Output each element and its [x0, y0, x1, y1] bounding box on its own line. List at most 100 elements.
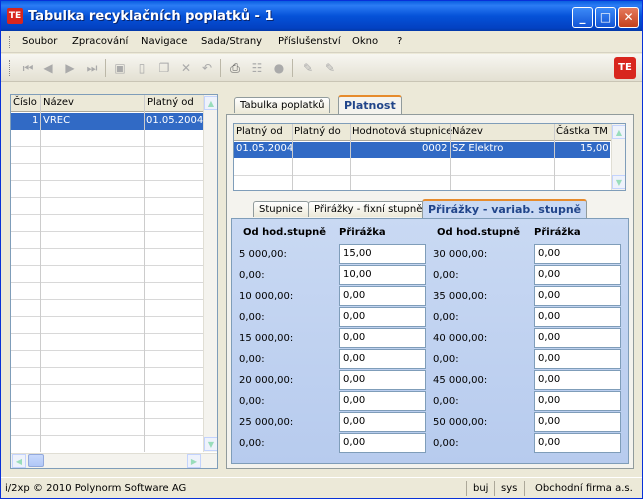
undo-icon[interactable]: ↶	[199, 60, 215, 76]
platnost-grid[interactable]: Platný od Platný do Hodnotová stupnice N…	[233, 123, 626, 191]
prirazka-input[interactable]: 0,00	[339, 307, 426, 327]
od-stupne-label: 0,00:	[239, 270, 265, 281]
menu-grip[interactable]	[9, 36, 11, 48]
toolbar-separator	[105, 59, 106, 77]
od-stupne-label: 40 000,00:	[433, 333, 488, 344]
prirazka-input[interactable]: 0,00	[339, 370, 426, 390]
prirazka-input[interactable]: 0,00	[534, 307, 621, 327]
prirazka-input[interactable]: 0,00	[534, 370, 621, 390]
status-separator	[494, 481, 495, 496]
prirazka-input[interactable]: 0,00	[534, 244, 621, 264]
scroll-down-icon[interactable]: ▼	[204, 437, 217, 451]
scroll-left-icon[interactable]: ◀	[12, 454, 26, 468]
cell-cislo: 1	[32, 115, 39, 126]
scroll-down-icon[interactable]: ▼	[612, 175, 625, 189]
status-company: Obchodní firma a.s.	[535, 483, 633, 494]
menu-navigace[interactable]: Navigace	[141, 36, 187, 47]
tab-prirazky-variab[interactable]: Přirážky - variab. stupně	[422, 199, 588, 218]
column-divider	[40, 95, 41, 452]
od-stupne-label: 0,00:	[239, 312, 265, 323]
col-header-stupnice[interactable]: Hodnotová stupnice	[352, 126, 452, 137]
prirazka-input[interactable]: 0,00	[534, 391, 621, 411]
next-icon[interactable]: ▶	[62, 60, 78, 76]
menu-okno[interactable]: Okno	[352, 36, 378, 47]
last-icon[interactable]: ⏭	[84, 60, 100, 76]
record-list-grid[interactable]: Číslo Název Platný od 1 VREC 01.05.2004 …	[10, 94, 218, 469]
tab-tabulka-poplatku[interactable]: Tabulka poplatků	[234, 97, 331, 113]
tree-icon[interactable]: ☷	[249, 60, 265, 76]
cell-stupnice: 0002	[422, 143, 448, 154]
prirazka-input[interactable]: 0,00	[534, 412, 621, 432]
prirazka-input[interactable]: 0,00	[339, 433, 426, 453]
od-stupne-label: 0,00:	[433, 354, 459, 365]
save-icon[interactable]: ▣	[112, 60, 128, 76]
toolbar-grip[interactable]	[9, 60, 11, 76]
prirazka-input[interactable]: 0,00	[534, 328, 621, 348]
scroll-up-icon[interactable]: ▲	[612, 125, 625, 139]
column-divider	[554, 124, 555, 190]
brand-logo-icon: TE	[614, 57, 636, 79]
menu-sada-strany[interactable]: Sada/Strany	[201, 36, 262, 47]
minimize-button[interactable]: _	[572, 7, 593, 28]
col-header-platny-od[interactable]: Platný od	[236, 126, 283, 137]
title-bar[interactable]: TE Tabulka recyklačních poplatků - 1 _ □…	[1, 1, 642, 31]
menu-help[interactable]: ?	[397, 36, 402, 47]
first-icon[interactable]: ⏮	[20, 60, 36, 76]
app-logo-icon[interactable]: TE	[7, 8, 23, 24]
prev-icon[interactable]: ◀	[40, 60, 56, 76]
od-stupne-label: 0,00:	[239, 438, 265, 449]
col-header-nazev[interactable]: Název	[452, 126, 483, 137]
od-stupne-label: 45 000,00:	[433, 375, 488, 386]
close-button[interactable]: ✕	[618, 7, 639, 28]
print-icon[interactable]: ⎙	[227, 60, 243, 76]
edit2-icon[interactable]: ✎	[322, 60, 338, 76]
col-label-prirazka-right: Přirážka	[534, 227, 581, 238]
detail-panel: Tabulka poplatků Platnost Platný od Plat…	[226, 93, 634, 469]
od-stupne-label: 35 000,00:	[433, 291, 488, 302]
horizontal-scrollbar[interactable]: ◀ ▶	[11, 453, 217, 468]
menu-soubor[interactable]: Soubor	[22, 36, 57, 47]
col-header-castka[interactable]: Částka TM	[556, 126, 608, 137]
edit-icon[interactable]: ✎	[300, 60, 316, 76]
copy-icon[interactable]: ❐	[156, 60, 172, 76]
prirazka-input[interactable]: 15,00	[339, 244, 426, 264]
tab-stupnice[interactable]: Stupnice	[253, 201, 309, 217]
col-header-nazev[interactable]: Název	[43, 97, 74, 108]
prirazka-input[interactable]: 0,00	[339, 286, 426, 306]
prirazka-input[interactable]: 0,00	[534, 265, 621, 285]
grid-header: Číslo Název Platný od	[11, 95, 217, 112]
delete-icon[interactable]: ✕	[178, 60, 194, 76]
od-stupne-label: 0,00:	[239, 354, 265, 365]
prirazka-input[interactable]: 0,00	[534, 349, 621, 369]
cancel-icon[interactable]: ●	[271, 60, 287, 76]
prirazka-input[interactable]: 0,00	[534, 286, 621, 306]
column-divider	[144, 95, 145, 452]
prirazka-input[interactable]: 0,00	[534, 433, 621, 453]
prirazka-input[interactable]: 0,00	[339, 349, 426, 369]
new-icon[interactable]: ▯	[134, 60, 150, 76]
window-title: Tabulka recyklačních poplatků - 1	[28, 9, 274, 24]
scroll-thumb[interactable]	[28, 454, 44, 467]
prirazka-input[interactable]: 0,00	[339, 412, 426, 432]
app-window: TE Tabulka recyklačních poplatků - 1 _ □…	[0, 0, 643, 499]
tab-prirazky-fixni[interactable]: Přirážky - fixní stupně	[308, 201, 429, 217]
col-header-platny-do[interactable]: Platný do	[294, 126, 341, 137]
cell-nazev: SZ Elektro	[452, 143, 504, 154]
vertical-scrollbar[interactable]: ▲ ▼	[203, 95, 217, 452]
menu-zpracovani[interactable]: Zpracování	[72, 36, 128, 47]
prirazka-input[interactable]: 10,00	[339, 265, 426, 285]
prirazka-input[interactable]: 0,00	[339, 328, 426, 348]
maximize-button[interactable]: □	[595, 7, 616, 28]
od-stupne-label: 0,00:	[433, 312, 459, 323]
tab-platnost[interactable]: Platnost	[338, 95, 402, 114]
menu-prislusenstvi[interactable]: Příslušenství	[278, 36, 341, 47]
od-stupne-label: 25 000,00:	[239, 417, 294, 428]
col-header-platny-od[interactable]: Platný od	[147, 97, 194, 108]
vertical-scrollbar[interactable]: ▲ ▼	[611, 124, 625, 190]
od-stupne-label: 15 000,00:	[239, 333, 294, 344]
prirazka-input[interactable]: 0,00	[339, 391, 426, 411]
scroll-up-icon[interactable]: ▲	[204, 96, 217, 110]
scroll-right-icon[interactable]: ▶	[187, 454, 201, 468]
col-label-prirazka-left: Přirážka	[339, 227, 386, 238]
col-header-cislo[interactable]: Číslo	[13, 97, 37, 108]
